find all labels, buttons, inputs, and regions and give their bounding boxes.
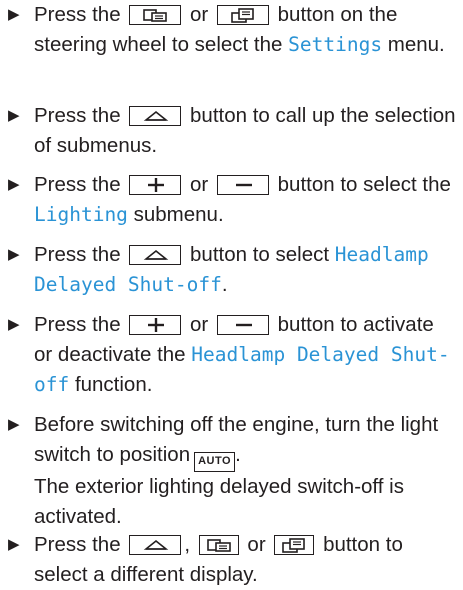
instruction-page: ▶ Press the or button on the steering wh… [0,0,463,586]
step-result-text: The exterior lighting delayed switch-off… [34,475,404,528]
comma-text: , [184,533,191,556]
step-text: Press the [34,313,121,336]
step-text: Press the [34,3,121,26]
bullet-icon: ▶ [8,246,20,263]
step-text: Press the [34,173,121,196]
step-3: ▶ Press the or button to select the Ligh… [8,170,456,230]
step-7: ▶ Press the , or button to select a diff… [8,530,456,590]
step-text: Press the [34,104,121,127]
display-forward-button[interactable] [274,535,315,555]
home-up-icon [144,539,169,550]
step-1: ▶ Press the or button on the steering wh… [8,0,456,60]
home-up-icon [144,110,169,121]
step-6: ▶ Before switching off the engine, turn … [8,410,456,532]
display-back-button[interactable] [129,5,182,25]
step-text: button to select the [277,173,451,196]
minus-button[interactable] [216,315,269,335]
bullet-icon: ▶ [8,536,20,553]
display-back-button[interactable] [198,535,239,555]
or-text: or [247,533,266,556]
bullet-icon: ▶ [8,416,20,433]
display-forward-button[interactable] [216,5,269,25]
home-up-button[interactable] [129,106,182,126]
display-forward-icon [231,8,254,23]
home-up-button[interactable] [129,535,182,555]
step-text: . [221,273,228,296]
plus-icon [148,178,165,192]
or-text: or [190,3,209,26]
or-text: or [190,173,209,196]
display-forward-icon [282,538,306,553]
lighting-submenu-label: Lighting [34,203,128,226]
plus-button[interactable] [129,315,182,335]
bullet-icon: ▶ [8,316,20,333]
step-2: ▶ Press the button to call up the select… [8,101,456,161]
step-text: submenu. [133,203,224,226]
step-text: Press the [34,243,121,266]
minus-button[interactable] [216,175,269,195]
home-up-button[interactable] [129,245,182,265]
step-text: Press the [34,533,121,556]
step-text: menu. [387,33,445,56]
minus-icon [235,183,252,187]
display-back-icon [206,539,231,552]
minus-icon [235,323,252,327]
step-text: button to select [190,243,330,266]
plus-button[interactable] [129,175,182,195]
step-4: ▶ Press the button to select Headlamp De… [8,240,456,300]
step-5: ▶ Press the or button to activate or dea… [8,310,456,400]
step-text: Before switching off the engine, turn th… [34,413,439,466]
or-text: or [190,313,209,336]
step-text: function. [74,373,153,396]
settings-menu-label: Settings [288,33,383,56]
home-up-icon [144,249,169,260]
auto-position-key: AUTO [194,452,236,472]
bullet-icon: ▶ [8,6,20,23]
bullet-icon: ▶ [8,107,20,124]
plus-icon [148,318,165,332]
display-back-icon [143,9,168,22]
bullet-icon: ▶ [8,176,20,193]
